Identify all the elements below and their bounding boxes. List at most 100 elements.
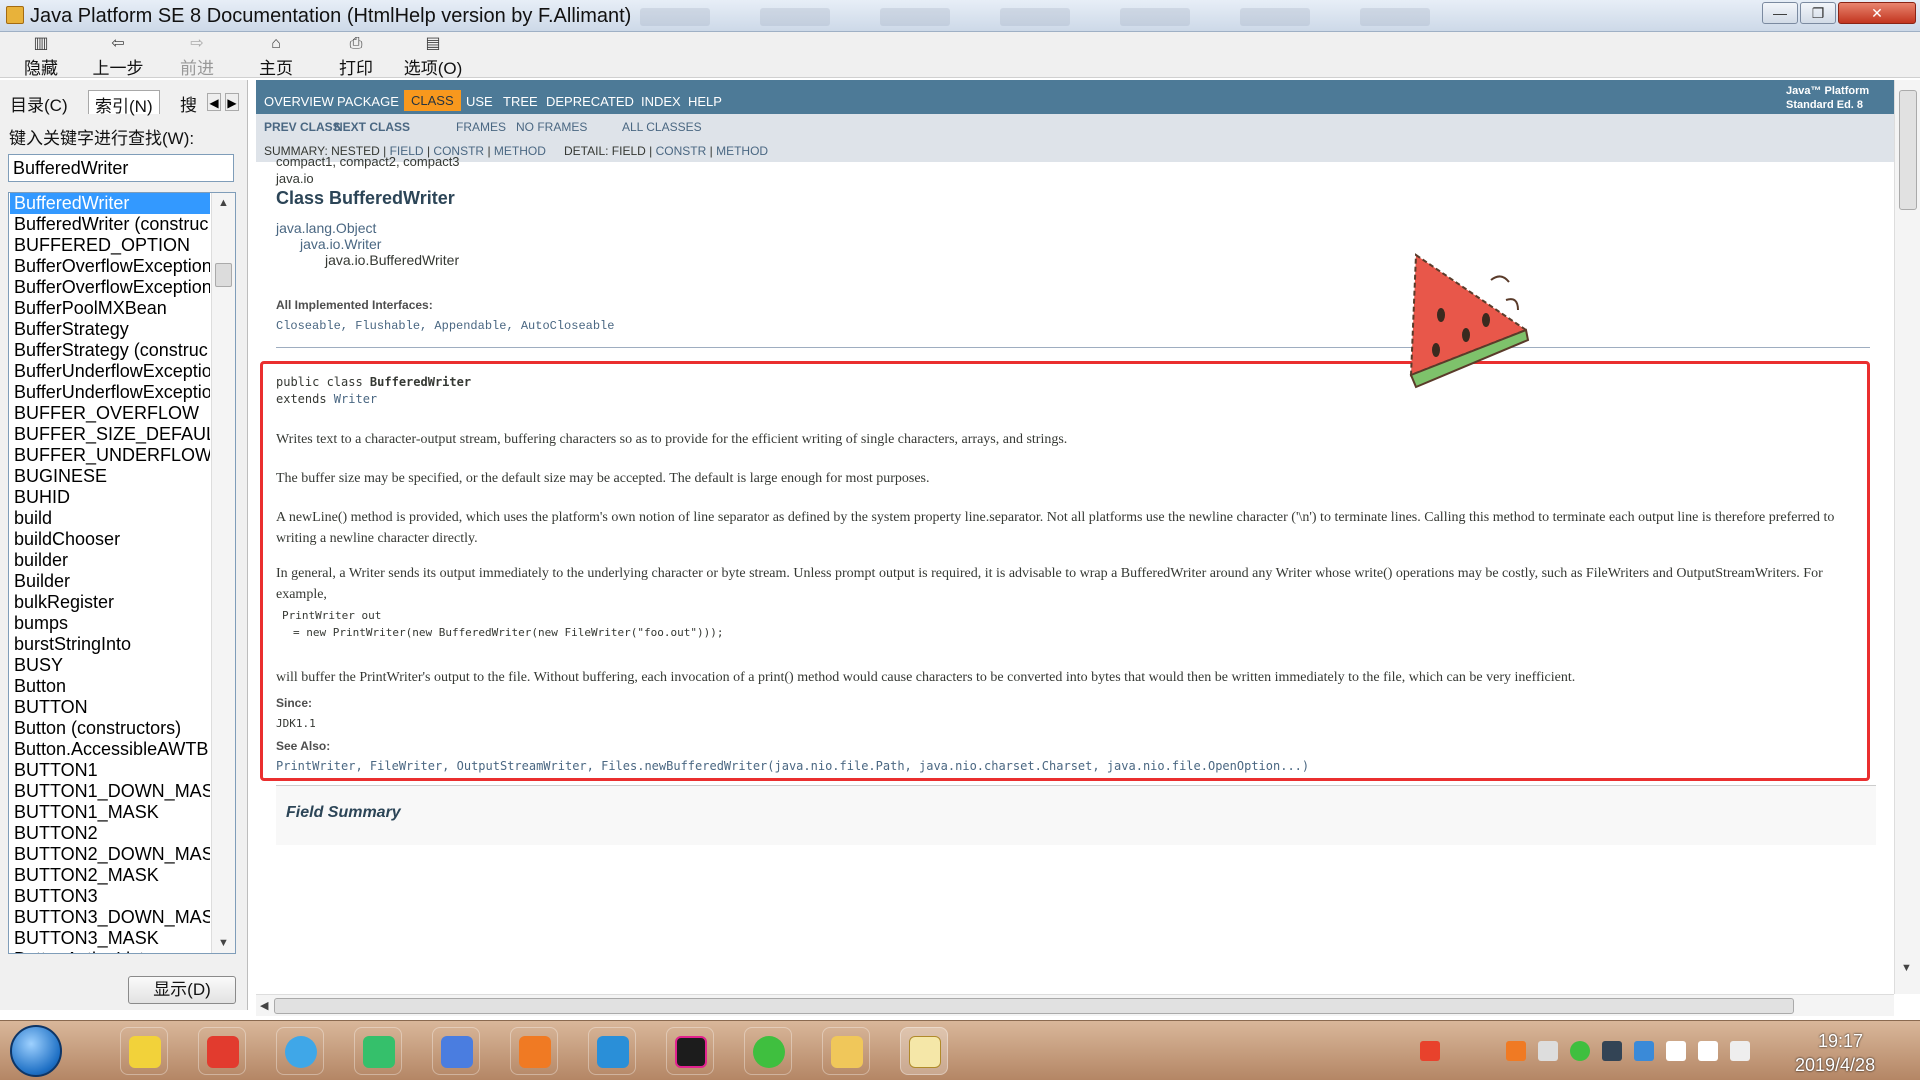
tab-scroll-left-icon[interactable]: ◀	[207, 93, 221, 111]
index-list-item[interactable]: BUTTON2_MASK	[10, 865, 210, 886]
index-list-item[interactable]: BUFFERED_OPTION	[10, 235, 210, 256]
nav-use[interactable]: USE	[466, 94, 493, 109]
tab-index[interactable]: 索引(N)	[88, 90, 160, 116]
hide-button[interactable]: ▥ 隐藏	[20, 34, 62, 79]
inheritance-object-link[interactable]: java.lang.Object	[276, 220, 376, 236]
index-list-item[interactable]: BUTTON3_DOWN_MAS	[10, 907, 210, 928]
nav-overview[interactable]: OVERVIEW	[264, 94, 334, 109]
no-frames-link[interactable]: NO FRAMES	[516, 120, 587, 134]
index-list-item[interactable]: BUTTON2_DOWN_MAS	[10, 844, 210, 865]
scroll-down-icon[interactable]: ▼	[1901, 962, 1912, 974]
forward-button[interactable]: ⇨ 前进	[177, 34, 217, 79]
all-classes-link[interactable]: ALL CLASSES	[622, 120, 702, 134]
taskbar-app[interactable]	[822, 1027, 870, 1075]
index-list-item[interactable]: BUTTON2	[10, 823, 210, 844]
taskbar-app[interactable]	[510, 1027, 558, 1075]
index-list-item[interactable]: burstStringInto	[10, 634, 210, 655]
clipboard-tray-icon[interactable]	[1538, 1041, 1558, 1061]
declaration-writer-link[interactable]: Writer	[334, 392, 377, 406]
index-list-item[interactable]: BUGINESE	[10, 466, 210, 487]
tab-search[interactable]: 搜索	[174, 90, 210, 114]
signal-icon[interactable]	[1666, 1041, 1686, 1061]
index-list-item[interactable]: BUTTON1_DOWN_MAS	[10, 781, 210, 802]
see-also-links[interactable]: PrintWriter, FileWriter, OutputStreamWri…	[276, 759, 1309, 773]
index-list-item[interactable]: ButtonActionListener	[10, 949, 210, 953]
taskbar-app-active[interactable]	[900, 1027, 948, 1075]
index-list-item[interactable]: Button (constructors)	[10, 718, 210, 739]
index-list-item[interactable]: builder	[10, 550, 210, 571]
index-list-item[interactable]: BUTTON	[10, 697, 210, 718]
nav-help[interactable]: HELP	[688, 94, 722, 109]
next-class-link[interactable]: NEXT CLASS	[334, 120, 410, 134]
scrollbar-thumb[interactable]	[1899, 90, 1917, 210]
scrollbar-thumb[interactable]	[274, 998, 1794, 1014]
display-button[interactable]: 显示(D)	[128, 976, 236, 1004]
summary-method-link[interactable]: METHOD	[494, 144, 546, 158]
taskbar-app[interactable]	[198, 1027, 246, 1075]
index-list-item[interactable]: BufferedWriter (construc	[10, 214, 210, 235]
index-list-item[interactable]: BUTTON1_MASK	[10, 802, 210, 823]
prev-class-link[interactable]: PREV CLASS	[264, 120, 341, 134]
index-list-item[interactable]: build	[10, 508, 210, 529]
tab-scroll-right-icon[interactable]: ▶	[225, 93, 239, 111]
battery-icon[interactable]	[1730, 1041, 1750, 1061]
taskbar-app[interactable]	[666, 1027, 714, 1075]
index-list-item[interactable]: BUFFER_UNDERFLOW	[10, 445, 210, 466]
index-list-item[interactable]: BufferOverflowException	[10, 256, 210, 277]
scrollbar-thumb[interactable]	[215, 263, 232, 287]
scroll-up-icon[interactable]: ▲	[212, 193, 235, 213]
start-button[interactable]	[10, 1025, 62, 1077]
clock-date[interactable]: 2019/4/28	[1795, 1055, 1875, 1076]
index-list-item[interactable]: BufferUnderflowExceptio	[10, 382, 210, 403]
document-vertical-scrollbar[interactable]: ▼	[1894, 80, 1920, 994]
taskbar-app[interactable]	[276, 1027, 324, 1075]
nav-tree[interactable]: TREE	[503, 94, 538, 109]
index-list-item[interactable]: BUTTON3_MASK	[10, 928, 210, 949]
index-list-item[interactable]: BufferedWriter	[10, 193, 210, 214]
nav-package[interactable]: PACKAGE	[337, 94, 399, 109]
taskbar-app[interactable]	[120, 1027, 168, 1075]
inheritance-writer-link[interactable]: java.io.Writer	[300, 236, 381, 252]
index-list-item[interactable]: BufferStrategy	[10, 319, 210, 340]
index-list-item[interactable]: BUFFER_SIZE_DEFAUL	[10, 424, 210, 445]
wechat-tray-icon[interactable]	[1570, 1041, 1590, 1061]
detail-constr-link[interactable]: CONSTR	[656, 144, 707, 158]
network-tray-icon[interactable]	[1634, 1041, 1654, 1061]
detail-method-link[interactable]: METHOD	[716, 144, 768, 158]
options-button[interactable]: ▤ 选项(O)	[402, 34, 464, 79]
document-horizontal-scrollbar[interactable]: ◀	[256, 994, 1894, 1016]
sogou-input-icon[interactable]	[1420, 1041, 1440, 1061]
keyword-search-input[interactable]	[8, 154, 234, 182]
taskbar-app[interactable]	[354, 1027, 402, 1075]
taskbar-app[interactable]	[588, 1027, 636, 1075]
index-scrollbar[interactable]: ▲ ▼	[211, 193, 235, 953]
index-list[interactable]: BufferedWriter BufferedWriter (construc BU…	[8, 192, 236, 954]
back-button[interactable]: ⇦ 上一步	[90, 34, 146, 79]
index-list-item[interactable]: BUFFER_OVERFLOW	[10, 403, 210, 424]
index-list-item[interactable]: BufferOverflowException	[10, 277, 210, 298]
taskbar-app[interactable]	[744, 1027, 792, 1075]
index-list-item[interactable]: Button.AccessibleAWTB	[10, 739, 210, 760]
close-button[interactable]: ✕	[1838, 2, 1916, 24]
index-list-item[interactable]: Builder	[10, 571, 210, 592]
minimize-button[interactable]: —	[1762, 2, 1798, 24]
tab-contents[interactable]: 目录(C)	[4, 90, 74, 115]
index-list-item[interactable]: bulkRegister	[10, 592, 210, 613]
scroll-down-icon[interactable]: ▼	[212, 933, 235, 953]
index-list-item[interactable]: BufferStrategy (construc	[10, 340, 210, 361]
implemented-interfaces-list[interactable]: Closeable, Flushable, Appendable, AutoCl…	[276, 319, 614, 333]
index-list-item[interactable]: buildChooser	[10, 529, 210, 550]
index-list-item[interactable]: BufferPoolMXBean	[10, 298, 210, 319]
xampp-tray-icon[interactable]	[1506, 1041, 1526, 1061]
index-list-item[interactable]: BufferUnderflowExceptio	[10, 361, 210, 382]
home-button[interactable]: ⌂ 主页	[256, 34, 296, 79]
scroll-left-icon[interactable]: ◀	[260, 999, 268, 1012]
volume-muted-icon[interactable]	[1698, 1041, 1718, 1061]
index-list-item[interactable]: BUTTON3	[10, 886, 210, 907]
nav-class[interactable]: CLASS	[404, 90, 461, 111]
index-list-item[interactable]: BUSY	[10, 655, 210, 676]
nav-index[interactable]: INDEX	[641, 94, 681, 109]
index-list-item[interactable]: BUTTON1	[10, 760, 210, 781]
taskbar-app[interactable]	[432, 1027, 480, 1075]
clock-time[interactable]: 19:17	[1818, 1031, 1863, 1052]
